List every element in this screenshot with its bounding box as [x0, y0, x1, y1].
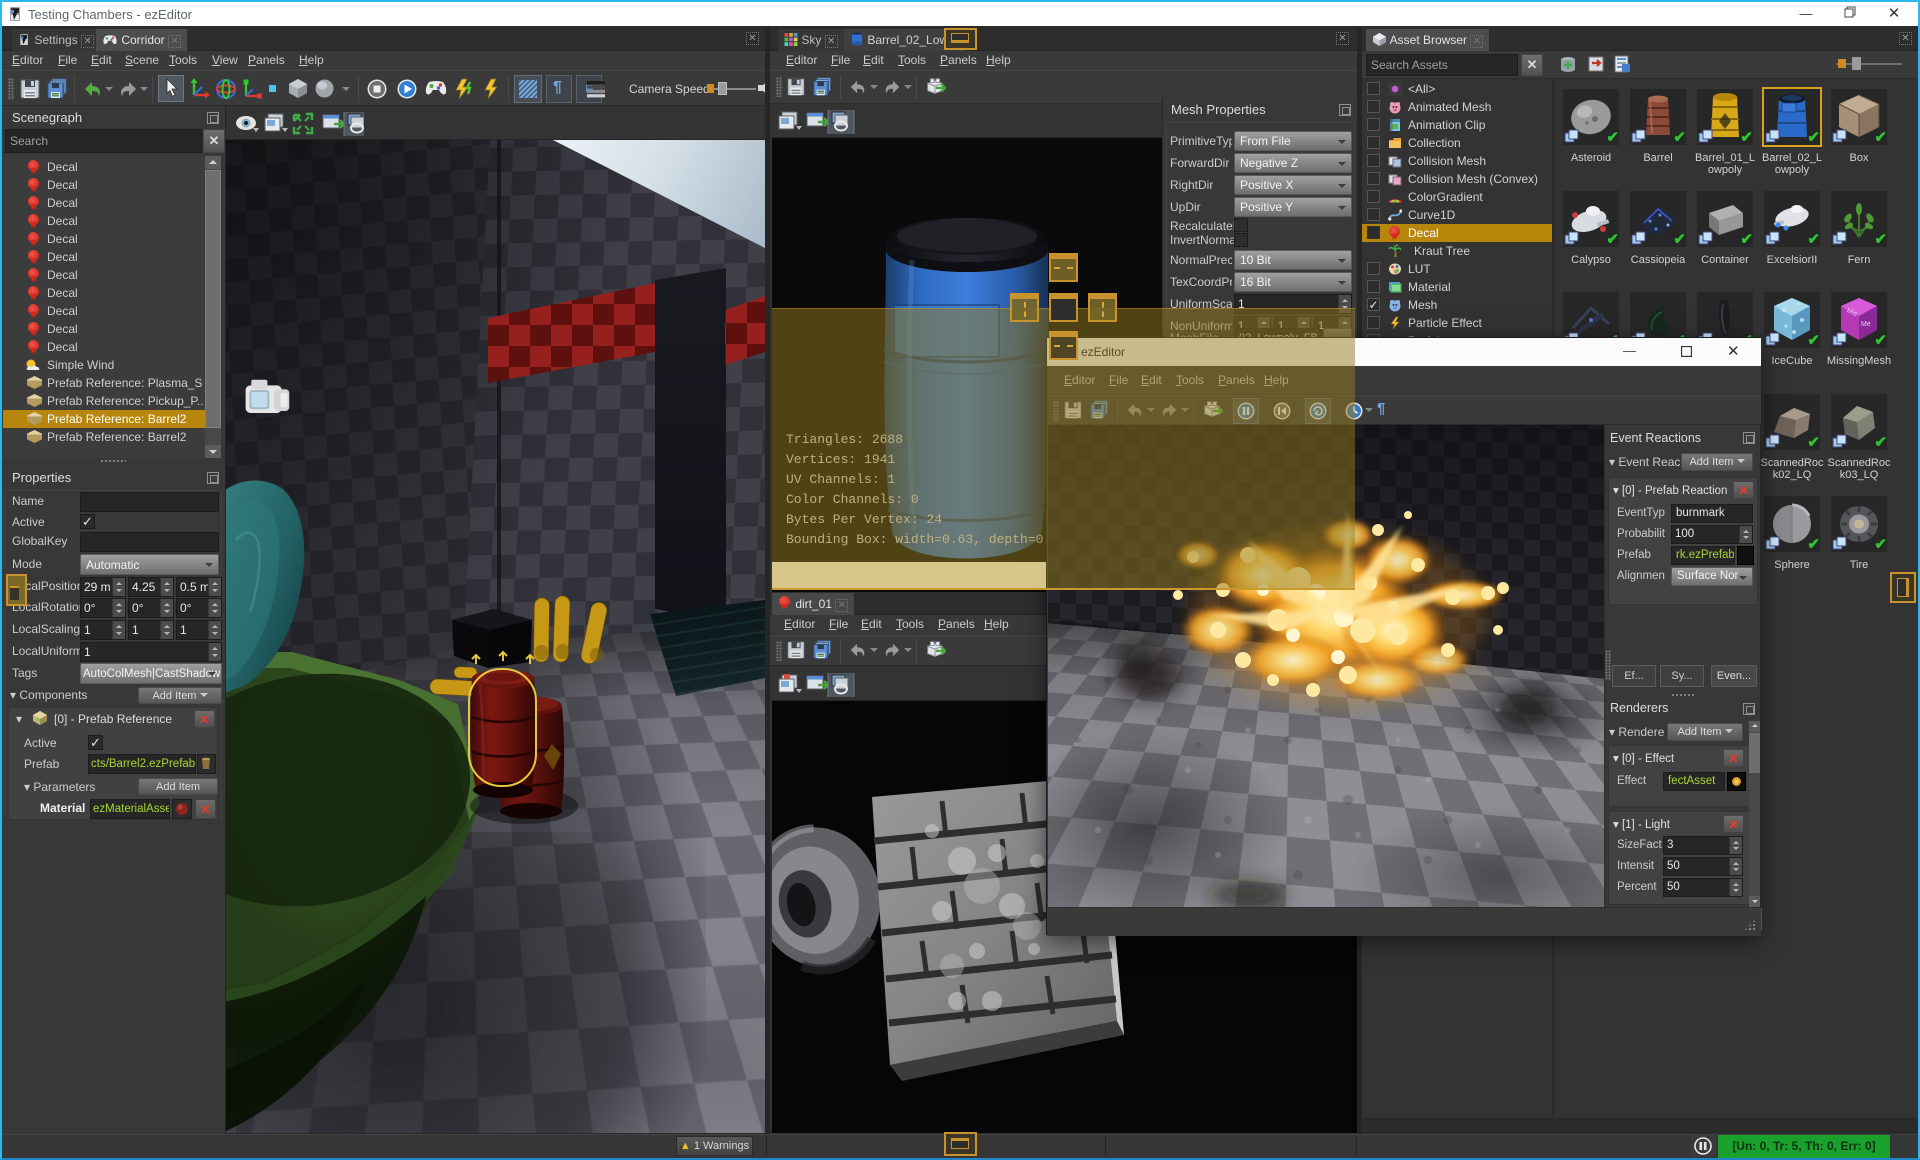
svg-text:Me: Me: [1861, 321, 1871, 328]
